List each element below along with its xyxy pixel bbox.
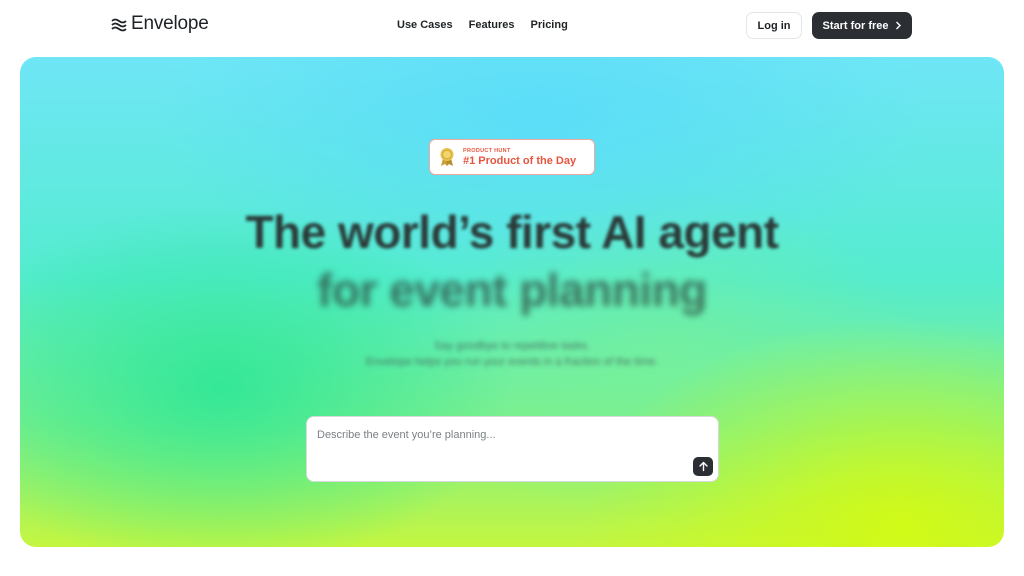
waves-icon xyxy=(111,18,127,32)
medal-icon xyxy=(440,148,454,166)
headline-line-2: for event planning xyxy=(317,264,707,316)
event-prompt-box xyxy=(306,416,719,482)
subtitle-line-1: Say goodbye to repetitive tasks. xyxy=(434,340,590,352)
hero-headline: The world’s first AI agent for event pla… xyxy=(20,203,1004,319)
top-nav: Envelope Use Cases Features Pricing Log … xyxy=(0,0,1024,52)
event-description-input[interactable] xyxy=(317,427,677,443)
send-button[interactable] xyxy=(693,457,713,476)
brand-name: Envelope xyxy=(131,13,209,34)
hero-subtitle: Say goodbye to repetitive tasks. Envelop… xyxy=(20,338,1004,370)
start-free-label: Start for free xyxy=(822,19,889,32)
arrow-up-icon xyxy=(698,461,708,472)
subtitle-line-2: Envelope helps you run your events in a … xyxy=(365,356,659,368)
badge-title: #1 Product of the Day xyxy=(463,154,577,167)
nav-link-pricing[interactable]: Pricing xyxy=(531,19,568,31)
chevron-right-icon xyxy=(895,21,901,30)
badge-caption: PRODUCT HUNT xyxy=(463,147,511,154)
nav-link-use-cases[interactable]: Use Cases xyxy=(397,19,453,31)
headline-line-1: The world’s first AI agent xyxy=(245,206,779,258)
login-button[interactable]: Log in xyxy=(746,12,802,39)
logo[interactable]: Envelope xyxy=(111,13,209,35)
hero-section: PRODUCT HUNT #1 Product of the Day The w… xyxy=(20,57,1004,547)
start-free-button[interactable]: Start for free xyxy=(812,12,912,39)
nav-link-features[interactable]: Features xyxy=(469,19,515,31)
product-hunt-badge[interactable]: PRODUCT HUNT #1 Product of the Day xyxy=(429,139,595,175)
nav-links: Use Cases Features Pricing xyxy=(397,19,568,31)
